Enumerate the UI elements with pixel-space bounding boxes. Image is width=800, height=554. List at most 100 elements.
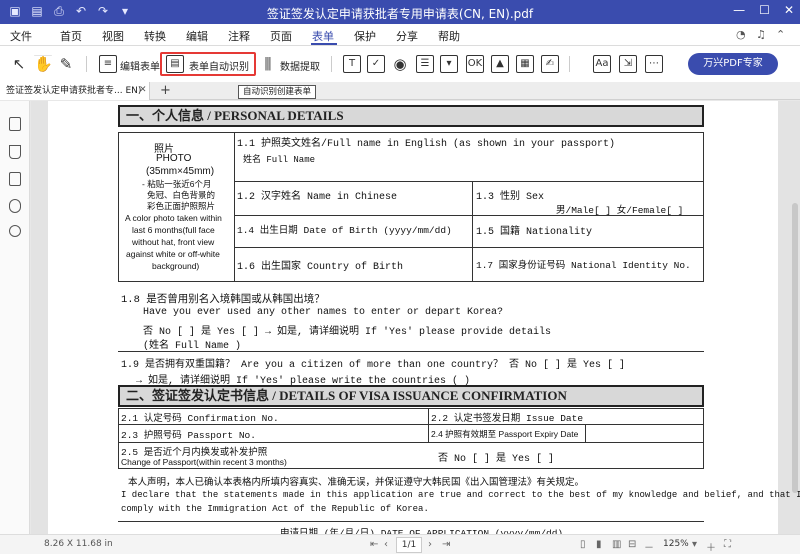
declaration-en-line1: I declare that the statements made in th… — [121, 490, 800, 500]
bookmark-icon[interactable] — [9, 145, 21, 159]
declaration-en-line2: comply with the Immigration Act of the R… — [121, 504, 429, 514]
form-recognition-highlight — [160, 52, 256, 76]
checkbox-icon[interactable]: ✓ — [367, 55, 385, 73]
status-bar: 8.26 X 11.68 in ⇤ ‹ 1/1 › ⇥ ▯ ▮ ▥ ⊟ － 12… — [0, 534, 800, 554]
menu-home[interactable]: 首页 — [60, 28, 82, 44]
document-viewer: 一、个人信息 / PERSONAL DETAILS 照片 PHOTO (35mm… — [31, 101, 800, 534]
field-2-2-label: 2.2 认定书签发日期 Issue Date — [431, 413, 584, 424]
question-1-8: 1.8 是否曾用别名入境韩国或从韩国出境？ — [121, 294, 325, 306]
table-border — [472, 181, 473, 281]
next-page-icon[interactable]: › — [428, 539, 432, 550]
toolbar-divider — [569, 56, 570, 72]
radio-button-icon[interactable]: ◉ — [391, 55, 409, 73]
table-border — [703, 408, 704, 468]
text-field-icon[interactable]: T — [343, 55, 361, 73]
toolbar-divider — [86, 56, 87, 72]
ribbon-collapse-icon[interactable]: ⌃ — [776, 28, 785, 41]
premium-button[interactable]: 万兴PDF专家 — [688, 53, 778, 75]
maximize-icon[interactable]: ☐ — [759, 3, 770, 17]
more-tools-icon[interactable]: ⋯ — [645, 55, 663, 73]
list-box-icon[interactable]: ☰ — [416, 55, 434, 73]
menu-share[interactable]: 分享 — [396, 28, 418, 44]
data-extract-icon[interactable]: ⫼ — [259, 55, 277, 73]
data-extract-button[interactable]: 数据提取 — [280, 58, 320, 73]
menu-form[interactable]: 表单 — [312, 28, 334, 44]
table-border — [585, 424, 586, 442]
menu-protect[interactable]: 保护 — [354, 28, 376, 44]
menu-comment[interactable]: 注释 — [228, 28, 250, 44]
menu-help[interactable]: 帮助 — [438, 28, 460, 44]
photo-note: against white or off-white — [126, 249, 220, 259]
edit-tool-icon[interactable]: ✎ — [57, 55, 75, 73]
zoom-in-icon[interactable]: ＋ — [706, 539, 716, 554]
first-page-icon[interactable]: ⇤ — [370, 539, 378, 550]
menu-bar: 文件 首页 视图 转换 编辑 注释 页面 表单 保护 分享 帮助 ◔ ♫ ⌃ — [0, 24, 800, 46]
highlight-fields-icon[interactable]: Aa — [593, 55, 611, 73]
fit-width-icon[interactable]: ⊟ — [628, 539, 636, 550]
button-field-icon[interactable]: OK — [466, 55, 484, 73]
photo-note: background) — [152, 261, 200, 271]
title-bar: ▣ ▤ ⎙ ↶ ↷ ▾ 签证签发认定申请获批者专用申请表(CN, EN).pdf… — [0, 0, 800, 24]
section-personal-details: 一、个人信息 / PERSONAL DETAILS — [118, 105, 704, 127]
import-data-icon[interactable]: ⇲ — [619, 55, 637, 73]
menu-edit[interactable]: 编辑 — [186, 28, 208, 44]
tab-close-icon[interactable]: ✕ — [139, 85, 147, 95]
field-2-5-answer: 否 No [ ] 是 Yes [ ] — [438, 454, 555, 465]
attachment-icon[interactable] — [9, 199, 21, 213]
account-icon[interactable]: ◔ — [736, 28, 746, 41]
minimize-icon[interactable]: — — [733, 3, 745, 17]
table-border — [234, 181, 704, 182]
table-border — [118, 132, 704, 133]
close-icon[interactable]: ✕ — [784, 3, 794, 17]
new-tab-icon[interactable]: + — [160, 83, 171, 98]
field-1-2-label: 1.2 汉字姓名 Name in Chinese — [237, 192, 398, 203]
zoom-level[interactable]: 125% — [663, 539, 689, 549]
hand-tool-icon[interactable]: ✋ — [34, 55, 53, 73]
menu-page[interactable]: 页面 — [270, 28, 292, 44]
notification-icon[interactable]: ♫ — [756, 28, 766, 41]
select-tool-icon[interactable]: ↖ — [10, 55, 28, 73]
vertical-scrollbar[interactable] — [792, 203, 798, 493]
table-border — [118, 424, 704, 425]
edit-form-icon[interactable]: ≡ — [99, 55, 117, 73]
menu-convert[interactable]: 转换 — [144, 28, 166, 44]
edit-form-button[interactable]: 编辑表单 — [120, 58, 160, 73]
document-tab[interactable]: 签证签发认定申请获批者专... EN) — [0, 82, 150, 100]
two-page-view-icon[interactable]: ▥ — [612, 539, 621, 550]
application-date-label: 申请日期 (年/月/日) DATE OF APPLICATION (yyyy/m… — [280, 528, 564, 534]
date-field-icon[interactable]: ▦ — [516, 55, 534, 73]
comment-panel-icon[interactable] — [9, 172, 21, 186]
combo-box-icon[interactable]: ▾ — [440, 55, 458, 73]
thumbnail-icon[interactable] — [9, 117, 21, 131]
single-page-view-icon[interactable]: ▯ — [580, 539, 586, 550]
table-border — [428, 408, 429, 442]
signature-field-icon[interactable]: ✍ — [541, 55, 559, 73]
menu-file[interactable]: 文件 — [10, 28, 32, 44]
table-border — [118, 351, 704, 352]
zoom-out-icon[interactable]: － — [644, 539, 654, 554]
menu-view[interactable]: 视图 — [102, 28, 124, 44]
tooltip: 自动识别创建表单 — [238, 85, 317, 99]
left-sidebar — [0, 101, 30, 534]
field-1-6-label: 1.6 出生国家 Country of Birth — [237, 262, 404, 273]
image-field-icon[interactable]: ▲ — [491, 55, 509, 73]
fullscreen-icon[interactable]: ⛶ — [724, 539, 731, 550]
field-1-5-label: 1.5 国籍 Nationality — [476, 227, 593, 238]
last-page-icon[interactable]: ⇥ — [442, 539, 450, 550]
active-menu-indicator — [311, 43, 337, 45]
page-dimensions: 8.26 X 11.68 in — [44, 539, 113, 549]
photo-note: 彩色正面护照照片 — [147, 201, 216, 211]
search-icon[interactable] — [9, 225, 21, 237]
continuous-view-icon[interactable]: ▮ — [596, 539, 602, 550]
question-1-8-en: Have you ever used any other names to en… — [143, 307, 504, 318]
field-2-5-en: Change of Passport(within recent 3 month… — [121, 457, 287, 467]
previous-page-icon[interactable]: ‹ — [384, 539, 388, 550]
page-number-input[interactable]: 1/1 — [396, 537, 422, 553]
field-1-1-sublabel: 姓名 Full Name — [243, 155, 316, 165]
section-visa-confirmation: 二、签证签发认定书信息 / DETAILS OF VISA ISSUANCE C… — [118, 385, 704, 407]
zoom-dropdown-icon[interactable]: ▾ — [692, 539, 697, 550]
field-2-1-label: 2.1 认定号码 Confirmation No. — [121, 413, 279, 424]
form-toolbar: ↖ ✋ ✎ ≡ 编辑表单 ▤ 表单自动识别 ⫼ 数据提取 T ✓ ◉ ☰ ▾ O… — [0, 46, 800, 82]
field-1-3-label: 1.3 性别 Sex — [476, 192, 545, 203]
table-border — [118, 281, 704, 282]
